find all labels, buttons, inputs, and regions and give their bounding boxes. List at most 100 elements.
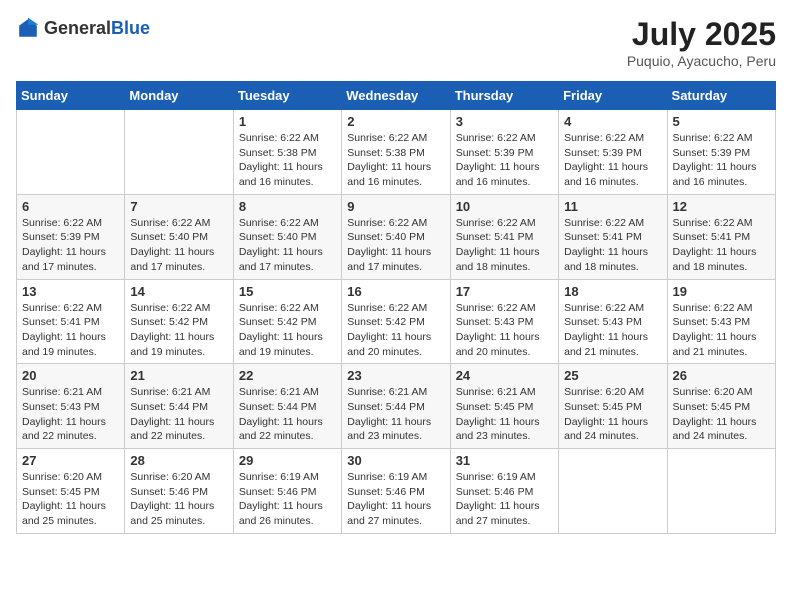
sunrise-label: Sunrise: 6:21 AM (239, 386, 319, 398)
sunrise-label: Sunrise: 6:20 AM (564, 386, 644, 398)
day-number: 13 (22, 284, 119, 299)
day-info: Sunrise: 6:22 AM Sunset: 5:43 PM Dayligh… (564, 301, 661, 360)
calendar-cell: 6 Sunrise: 6:22 AM Sunset: 5:39 PM Dayli… (17, 194, 125, 279)
sunrise-label: Sunrise: 6:22 AM (22, 302, 102, 314)
weekday-header-wednesday: Wednesday (342, 82, 450, 110)
daylight-label: Daylight: 11 hours and 24 minutes. (673, 416, 757, 443)
daylight-label: Daylight: 11 hours and 27 minutes. (347, 500, 431, 527)
sunrise-label: Sunrise: 6:22 AM (456, 217, 536, 229)
daylight-label: Daylight: 11 hours and 17 minutes. (22, 246, 106, 273)
day-number: 11 (564, 199, 661, 214)
sunset-label: Sunset: 5:38 PM (347, 147, 425, 159)
day-info: Sunrise: 6:22 AM Sunset: 5:41 PM Dayligh… (564, 216, 661, 275)
daylight-label: Daylight: 11 hours and 18 minutes. (456, 246, 540, 273)
sunrise-label: Sunrise: 6:20 AM (673, 386, 753, 398)
sunrise-label: Sunrise: 6:22 AM (347, 302, 427, 314)
sunrise-label: Sunrise: 6:22 AM (456, 132, 536, 144)
logo: GeneralBlue (16, 16, 150, 40)
weekday-header-monday: Monday (125, 82, 233, 110)
sunrise-label: Sunrise: 6:22 AM (456, 302, 536, 314)
day-number: 3 (456, 114, 553, 129)
sunset-label: Sunset: 5:43 PM (22, 401, 100, 413)
sunset-label: Sunset: 5:39 PM (564, 147, 642, 159)
daylight-label: Daylight: 11 hours and 16 minutes. (673, 161, 757, 188)
calendar-cell: 9 Sunrise: 6:22 AM Sunset: 5:40 PM Dayli… (342, 194, 450, 279)
sunset-label: Sunset: 5:44 PM (347, 401, 425, 413)
sunset-label: Sunset: 5:45 PM (22, 486, 100, 498)
sunset-label: Sunset: 5:45 PM (456, 401, 534, 413)
daylight-label: Daylight: 11 hours and 25 minutes. (22, 500, 106, 527)
calendar-cell: 29 Sunrise: 6:19 AM Sunset: 5:46 PM Dayl… (233, 449, 341, 534)
sunset-label: Sunset: 5:44 PM (130, 401, 208, 413)
weekday-header-row: SundayMondayTuesdayWednesdayThursdayFrid… (17, 82, 776, 110)
logo-text-general: General (44, 18, 111, 38)
calendar-cell (559, 449, 667, 534)
sunrise-label: Sunrise: 6:22 AM (239, 217, 319, 229)
day-info: Sunrise: 6:19 AM Sunset: 5:46 PM Dayligh… (456, 470, 553, 529)
day-number: 29 (239, 453, 336, 468)
calendar-cell: 28 Sunrise: 6:20 AM Sunset: 5:46 PM Dayl… (125, 449, 233, 534)
weekday-header-saturday: Saturday (667, 82, 775, 110)
sunrise-label: Sunrise: 6:22 AM (347, 132, 427, 144)
location-subtitle: Puquio, Ayacucho, Peru (627, 53, 776, 69)
sunset-label: Sunset: 5:46 PM (347, 486, 425, 498)
day-number: 16 (347, 284, 444, 299)
calendar-cell: 18 Sunrise: 6:22 AM Sunset: 5:43 PM Dayl… (559, 279, 667, 364)
day-info: Sunrise: 6:22 AM Sunset: 5:39 PM Dayligh… (564, 131, 661, 190)
day-number: 9 (347, 199, 444, 214)
sunrise-label: Sunrise: 6:21 AM (347, 386, 427, 398)
calendar-cell: 20 Sunrise: 6:21 AM Sunset: 5:43 PM Dayl… (17, 364, 125, 449)
day-info: Sunrise: 6:21 AM Sunset: 5:44 PM Dayligh… (239, 385, 336, 444)
daylight-label: Daylight: 11 hours and 22 minutes. (130, 416, 214, 443)
daylight-label: Daylight: 11 hours and 22 minutes. (239, 416, 323, 443)
calendar-cell: 26 Sunrise: 6:20 AM Sunset: 5:45 PM Dayl… (667, 364, 775, 449)
daylight-label: Daylight: 11 hours and 16 minutes. (564, 161, 648, 188)
sunrise-label: Sunrise: 6:22 AM (130, 217, 210, 229)
logo-text-blue: Blue (111, 18, 150, 38)
sunset-label: Sunset: 5:40 PM (347, 231, 425, 243)
daylight-label: Daylight: 11 hours and 17 minutes. (130, 246, 214, 273)
day-info: Sunrise: 6:20 AM Sunset: 5:45 PM Dayligh… (564, 385, 661, 444)
sunrise-label: Sunrise: 6:22 AM (130, 302, 210, 314)
daylight-label: Daylight: 11 hours and 21 minutes. (673, 331, 757, 358)
day-info: Sunrise: 6:22 AM Sunset: 5:41 PM Dayligh… (673, 216, 770, 275)
sunrise-label: Sunrise: 6:21 AM (130, 386, 210, 398)
sunrise-label: Sunrise: 6:22 AM (239, 132, 319, 144)
daylight-label: Daylight: 11 hours and 27 minutes. (456, 500, 540, 527)
week-row-4: 20 Sunrise: 6:21 AM Sunset: 5:43 PM Dayl… (17, 364, 776, 449)
calendar-cell: 13 Sunrise: 6:22 AM Sunset: 5:41 PM Dayl… (17, 279, 125, 364)
sunset-label: Sunset: 5:42 PM (130, 316, 208, 328)
sunset-label: Sunset: 5:46 PM (130, 486, 208, 498)
sunset-label: Sunset: 5:40 PM (239, 231, 317, 243)
calendar-cell: 24 Sunrise: 6:21 AM Sunset: 5:45 PM Dayl… (450, 364, 558, 449)
day-number: 7 (130, 199, 227, 214)
title-block: July 2025 Puquio, Ayacucho, Peru (627, 16, 776, 69)
day-number: 27 (22, 453, 119, 468)
daylight-label: Daylight: 11 hours and 16 minutes. (347, 161, 431, 188)
daylight-label: Daylight: 11 hours and 19 minutes. (130, 331, 214, 358)
daylight-label: Daylight: 11 hours and 16 minutes. (456, 161, 540, 188)
day-info: Sunrise: 6:22 AM Sunset: 5:38 PM Dayligh… (239, 131, 336, 190)
daylight-label: Daylight: 11 hours and 22 minutes. (22, 416, 106, 443)
sunset-label: Sunset: 5:42 PM (347, 316, 425, 328)
sunset-label: Sunset: 5:38 PM (239, 147, 317, 159)
calendar-cell (667, 449, 775, 534)
sunset-label: Sunset: 5:44 PM (239, 401, 317, 413)
calendar-cell: 10 Sunrise: 6:22 AM Sunset: 5:41 PM Dayl… (450, 194, 558, 279)
daylight-label: Daylight: 11 hours and 19 minutes. (239, 331, 323, 358)
sunrise-label: Sunrise: 6:22 AM (347, 217, 427, 229)
day-number: 15 (239, 284, 336, 299)
sunrise-label: Sunrise: 6:21 AM (22, 386, 102, 398)
calendar-cell: 15 Sunrise: 6:22 AM Sunset: 5:42 PM Dayl… (233, 279, 341, 364)
daylight-label: Daylight: 11 hours and 18 minutes. (564, 246, 648, 273)
weekday-header-sunday: Sunday (17, 82, 125, 110)
sunset-label: Sunset: 5:41 PM (22, 316, 100, 328)
calendar-cell: 27 Sunrise: 6:20 AM Sunset: 5:45 PM Dayl… (17, 449, 125, 534)
day-info: Sunrise: 6:22 AM Sunset: 5:39 PM Dayligh… (22, 216, 119, 275)
daylight-label: Daylight: 11 hours and 20 minutes. (456, 331, 540, 358)
sunrise-label: Sunrise: 6:19 AM (239, 471, 319, 483)
sunset-label: Sunset: 5:39 PM (22, 231, 100, 243)
day-number: 2 (347, 114, 444, 129)
day-info: Sunrise: 6:22 AM Sunset: 5:40 PM Dayligh… (130, 216, 227, 275)
sunset-label: Sunset: 5:43 PM (673, 316, 751, 328)
